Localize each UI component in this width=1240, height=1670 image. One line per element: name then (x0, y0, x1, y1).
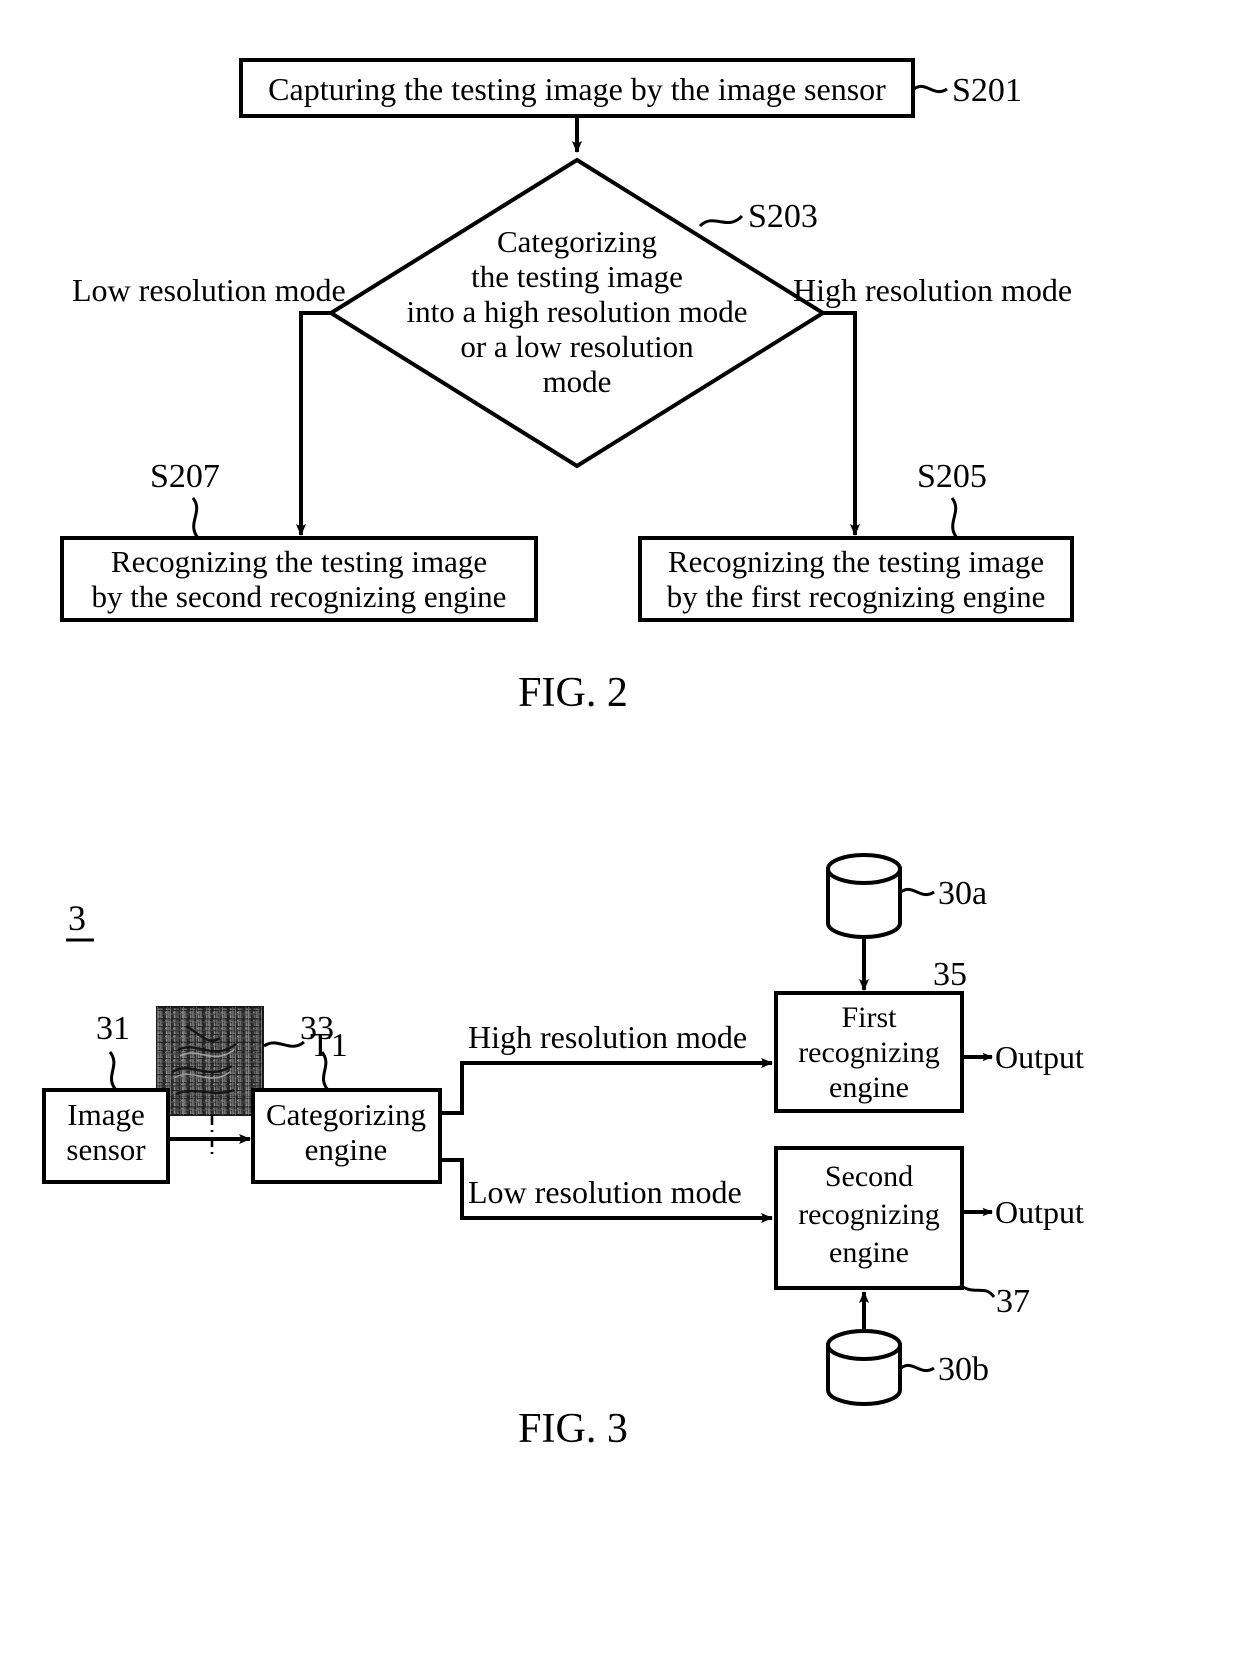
fig2-s207-leader (191, 497, 200, 539)
fig2-s205-leader (950, 497, 959, 539)
fig3-second-engine-box: Second recognizing engine (774, 1146, 964, 1290)
fig3-first-engine-line2: recognizing (798, 1036, 940, 1069)
fig2-start-box-text: Capturing the testing image by the image… (268, 71, 886, 107)
fig3-categorizing-engine-box: Categorizing engine (251, 1088, 442, 1184)
fig2-decision-line-5: mode (543, 364, 612, 399)
fig3-image-sensor-ref: 31 (96, 1010, 130, 1047)
fig2-branch-left-path (296, 311, 331, 536)
fig2-branch-right-label: High resolution mode (793, 272, 1072, 308)
fig2-s201-leader (913, 84, 948, 94)
fig3-path-low-label: Low resolution mode (468, 1174, 742, 1210)
drawing-canvas: Capturing the testing image by the image… (42, 58, 1084, 1452)
fig2-group: Capturing the testing image by the image… (60, 58, 1074, 716)
fig3-testing-image-patch (156, 1006, 264, 1116)
fig3-second-engine-line2: recognizing (798, 1198, 940, 1231)
fig2-decision-line-1: Categorizing (497, 224, 657, 259)
fig3-30a-leader (900, 887, 935, 897)
fig2-decision-line-2: the testing image (471, 259, 683, 294)
fig3-second-engine-line3: engine (829, 1236, 909, 1269)
fig2-right-result-line2: by the first recognizing engine (667, 579, 1046, 614)
fig3-database-top (826, 853, 902, 939)
fig3-categorizer-ref: 33 (300, 1010, 334, 1047)
fig3-first-engine-ref: 35 (933, 956, 967, 993)
fig2-start-box: Capturing the testing image by the image… (239, 58, 915, 118)
fig3-image-sensor-line2: sensor (66, 1132, 146, 1167)
fig3-caption: FIG. 3 (518, 1406, 628, 1452)
fig3-database-bottom (826, 1329, 902, 1406)
fig3-system-ref: 3 (68, 898, 86, 938)
fig2-caption: FIG. 2 (518, 670, 628, 716)
fig2-s203-ref: S203 (748, 198, 818, 235)
fig3-second-engine-line1: Second (825, 1160, 913, 1193)
fig2-right-result-line1: Recognizing the testing image (668, 544, 1044, 579)
fig2-left-result-line1: Recognizing the testing image (111, 544, 487, 579)
fig2-s205-ref: S205 (917, 458, 987, 495)
fig3-categorizer-line1: Categorizing (266, 1097, 426, 1132)
fig2-s207-ref: S207 (150, 458, 220, 495)
fig2-branch-right-path (823, 311, 860, 536)
fig2-left-result-box: Recognizing the testing image by the sec… (60, 536, 538, 622)
fig3-path-high-resolution (440, 1058, 773, 1115)
fig3-30a-ref: 30a (938, 875, 987, 912)
fig3-30b-leader (900, 1363, 935, 1373)
fig3-path-high-label: High resolution mode (468, 1019, 747, 1055)
fig3-categorizer-line2: engine (305, 1132, 388, 1167)
fig2-left-result-line2: by the second recognizing engine (92, 579, 507, 614)
fig2-branch-left-label: Low resolution mode (72, 272, 346, 308)
fig3-output-bottom-label: Output (995, 1194, 1084, 1230)
fig2-right-result-box: Recognizing the testing image by the fir… (638, 536, 1074, 622)
fig3-image-sensor-box: Image sensor (42, 1088, 170, 1184)
fig3-first-engine-box: First recognizing engine (774, 991, 964, 1113)
fig2-decision-line-3: into a high resolution mode (407, 294, 748, 329)
patent-drawing-sheet: Capturing the testing image by the image… (0, 0, 1240, 1670)
fig2-decision-line-4: or a low resolution (460, 329, 694, 364)
fig3-image-sensor-leader (108, 1051, 118, 1091)
fig3-group: 3 T1 31 Image sensor 33 Categorizing eng… (42, 853, 1084, 1452)
fig3-image-sensor-line1: Image (67, 1097, 144, 1132)
fig3-output-top-label: Output (995, 1039, 1084, 1075)
fig2-s203-leader (698, 214, 744, 228)
fig3-first-engine-line1: First (841, 1001, 897, 1034)
fig3-second-engine-leader (959, 1283, 996, 1298)
fig3-t1-leader (263, 1040, 305, 1048)
fig3-first-engine-line3: engine (829, 1071, 909, 1104)
fig3-second-engine-ref: 37 (996, 1283, 1030, 1320)
fig2-s201-ref: S201 (952, 72, 1022, 109)
fig3-30b-ref: 30b (938, 1351, 989, 1388)
